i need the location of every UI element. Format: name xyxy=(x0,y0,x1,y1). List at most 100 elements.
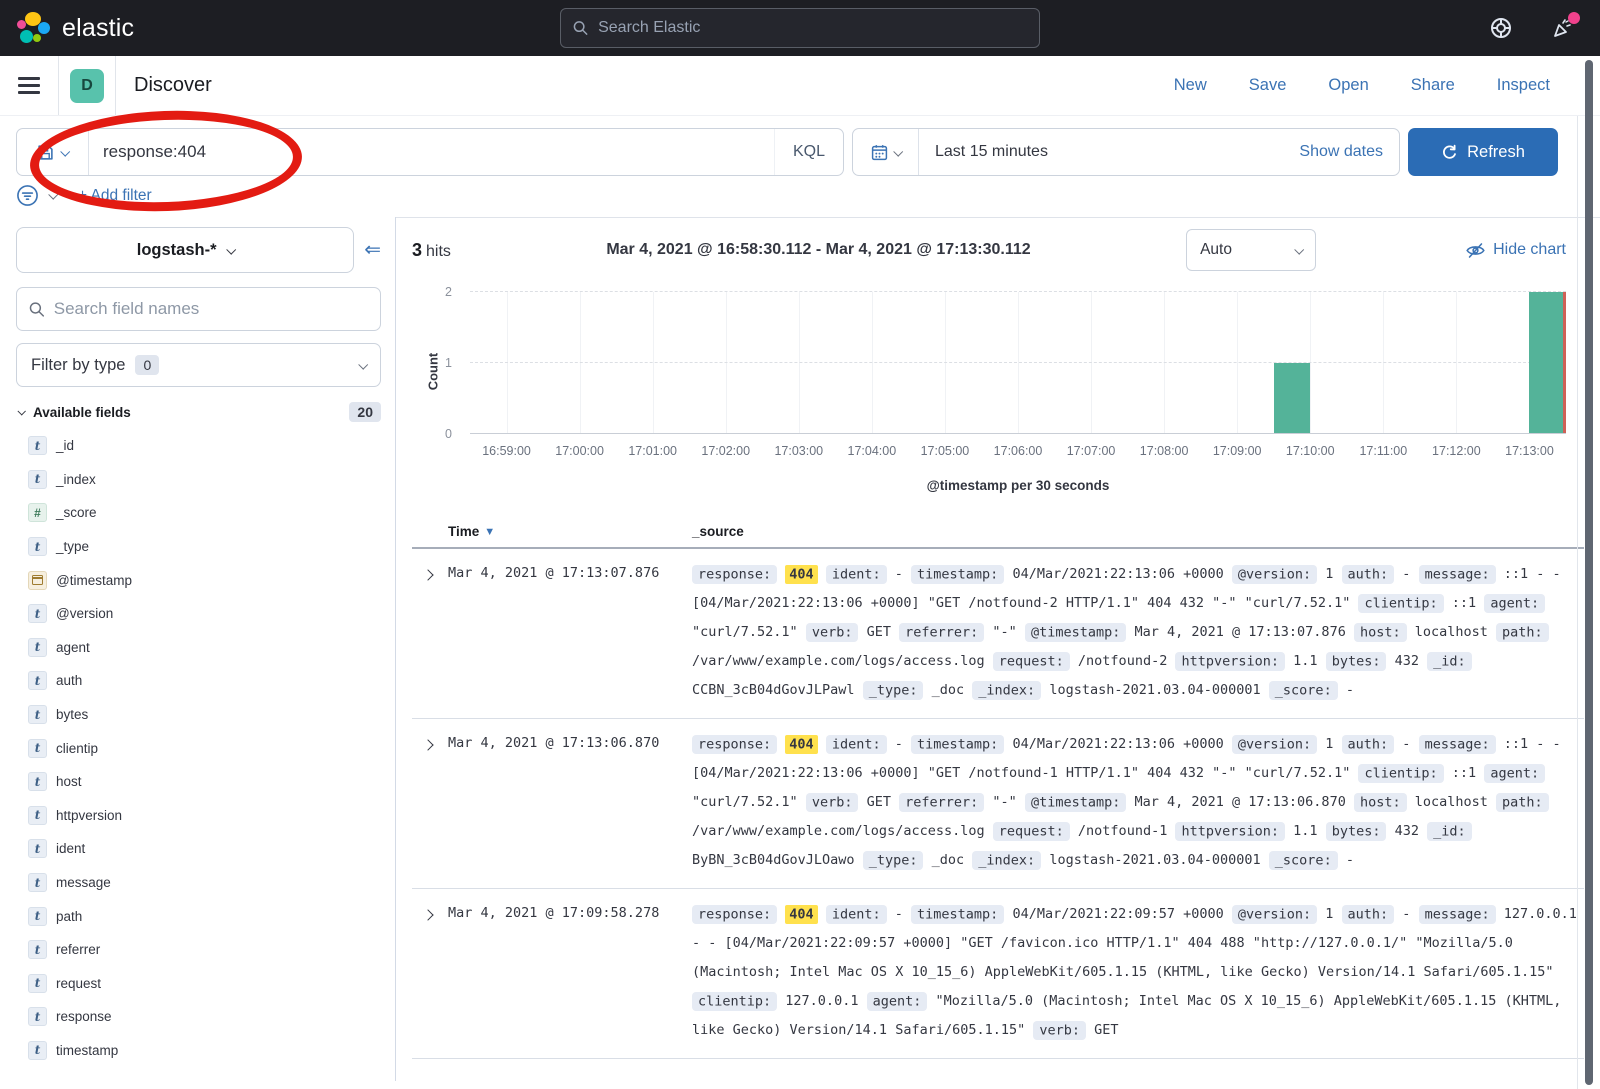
interval-select[interactable]: Auto xyxy=(1186,229,1316,271)
field-name: response xyxy=(56,1009,112,1024)
discover-app-badge[interactable]: D xyxy=(70,69,104,103)
chart-time-range: Mar 4, 2021 @ 16:58:30.112 - Mar 4, 2021… xyxy=(451,241,1186,259)
nav-link-inspect[interactable]: Inspect xyxy=(1497,76,1550,95)
chevron-down-icon[interactable] xyxy=(48,190,58,200)
field-item-response[interactable]: tresponse xyxy=(16,1000,381,1034)
nav-link-share[interactable]: Share xyxy=(1411,76,1455,95)
x-tick: 17:00:00 xyxy=(555,444,604,458)
date-picker-quick-menu[interactable] xyxy=(853,129,919,175)
saved-query-menu-button[interactable] xyxy=(17,129,89,175)
field-item-auth[interactable]: tauth xyxy=(16,664,381,698)
field-label: response: xyxy=(692,735,777,754)
histogram-bar[interactable] xyxy=(1529,292,1566,433)
string-field-icon: t xyxy=(28,940,47,959)
refresh-button[interactable]: Refresh xyxy=(1408,128,1558,176)
field-item-_id[interactable]: t_id xyxy=(16,429,381,463)
sort-desc-icon[interactable]: ▼ xyxy=(484,526,495,538)
field-value: - xyxy=(895,736,903,752)
x-tick: 17:04:00 xyxy=(848,444,897,458)
highlighted-value: 404 xyxy=(785,565,817,584)
menu-icon[interactable] xyxy=(0,56,58,115)
field-item-ident[interactable]: tident xyxy=(16,832,381,866)
time-column-header[interactable]: Time ▼ xyxy=(448,524,692,539)
field-item-_score[interactable]: #_score xyxy=(16,496,381,530)
field-label: referrer: xyxy=(899,793,984,812)
field-search-input[interactable] xyxy=(54,299,368,319)
doc-time: Mar 4, 2021 @ 17:09:58.278 xyxy=(448,900,692,1045)
field-item-bytes[interactable]: tbytes xyxy=(16,698,381,732)
time-range-button[interactable]: Last 15 minutes xyxy=(919,143,1299,161)
field-item-host[interactable]: thost xyxy=(16,765,381,799)
nav-link-open[interactable]: Open xyxy=(1328,76,1368,95)
field-item-referrer[interactable]: treferrer xyxy=(16,933,381,967)
help-icon[interactable] xyxy=(1488,15,1514,41)
kql-button[interactable]: KQL xyxy=(774,129,843,175)
hide-chart-button[interactable]: Hide chart xyxy=(1466,241,1566,260)
field-label: message: xyxy=(1419,735,1496,754)
field-item-request[interactable]: trequest xyxy=(16,967,381,1001)
field-item-_index[interactable]: t_index xyxy=(16,463,381,497)
field-name: @timestamp xyxy=(56,573,132,588)
field-label: agent: xyxy=(867,992,928,1011)
x-tick: 17:03:00 xyxy=(774,444,823,458)
field-label: @version: xyxy=(1232,735,1317,754)
field-item-@version[interactable]: t @version xyxy=(16,597,381,631)
collapse-sidebar-icon[interactable]: ⇐ xyxy=(364,240,381,260)
chart-yaxis: 012 xyxy=(412,292,462,434)
show-dates-button[interactable]: Show dates xyxy=(1299,143,1399,161)
field-label: httpversion: xyxy=(1175,822,1285,841)
field-item-timestamp[interactable]: ttimestamp xyxy=(16,1034,381,1068)
field-label: @version: xyxy=(1232,565,1317,584)
global-search-input[interactable] xyxy=(598,19,1027,37)
field-value: logstash-2021.03.04-000001 xyxy=(1049,852,1260,868)
field-label: timestamp: xyxy=(911,905,1004,924)
field-item-httpversion[interactable]: thttpversion xyxy=(16,799,381,833)
x-tick: 17:02:00 xyxy=(701,444,750,458)
string-field-icon: t xyxy=(28,1041,47,1060)
source-column-header: _source xyxy=(692,524,1584,539)
field-value: 1.1 xyxy=(1293,653,1317,669)
field-value: - xyxy=(1402,906,1410,922)
field-name: @version xyxy=(56,606,113,621)
field-item-agent[interactable]: tagent xyxy=(16,631,381,665)
save-query-icon xyxy=(37,144,54,161)
field-value: /notfound-1 xyxy=(1078,823,1167,839)
field-value: ByBN_3cB04dGovJLOawo xyxy=(692,852,855,868)
nav-link-new[interactable]: New xyxy=(1174,76,1207,95)
x-axis-label: @timestamp per 30 seconds xyxy=(470,478,1566,493)
global-search[interactable] xyxy=(560,8,1040,48)
field-label: _type: xyxy=(863,851,924,870)
filter-by-type-select[interactable]: Filter by type 0 xyxy=(16,343,381,387)
field-label: clientip: xyxy=(1358,594,1443,613)
string-field-icon: t xyxy=(28,604,47,623)
app-nav-bar: D Discover NewSaveOpenShareInspect xyxy=(0,56,1600,116)
newsfeed-icon[interactable] xyxy=(1550,15,1576,41)
query-input[interactable] xyxy=(89,129,774,175)
expand-row-button[interactable] xyxy=(412,560,448,705)
field-value: Mar 4, 2021 @ 17:13:07.876 xyxy=(1135,624,1346,640)
field-label: _type: xyxy=(863,681,924,700)
x-tick: 17:05:00 xyxy=(921,444,970,458)
nav-link-save[interactable]: Save xyxy=(1249,76,1287,95)
expand-row-button[interactable] xyxy=(412,730,448,875)
index-pattern-selector[interactable]: logstash-* xyxy=(16,227,354,273)
add-filter-button[interactable]: + Add filter xyxy=(78,187,152,205)
calendar-field-icon xyxy=(28,571,47,590)
elastic-logo-icon[interactable] xyxy=(16,9,52,47)
field-item-_type[interactable]: t_type xyxy=(16,530,381,564)
type-filter-count-badge: 0 xyxy=(135,355,159,375)
histogram-bar[interactable] xyxy=(1274,363,1311,434)
field-label: host: xyxy=(1354,793,1407,812)
field-item-@timestamp[interactable]: @timestamp xyxy=(16,563,381,597)
field-name: _id xyxy=(56,438,74,453)
field-item-clientip[interactable]: tclientip xyxy=(16,731,381,765)
string-field-icon: t xyxy=(28,873,47,892)
scrollbar[interactable] xyxy=(1585,60,1593,1085)
field-item-path[interactable]: tpath xyxy=(16,899,381,933)
filter-icon[interactable] xyxy=(16,184,39,207)
expand-row-button[interactable] xyxy=(412,900,448,1045)
field-search-box[interactable] xyxy=(16,287,381,331)
available-fields-header[interactable]: Available fields 20 xyxy=(16,402,381,422)
field-label: @version: xyxy=(1232,905,1317,924)
field-item-message[interactable]: tmessage xyxy=(16,866,381,900)
